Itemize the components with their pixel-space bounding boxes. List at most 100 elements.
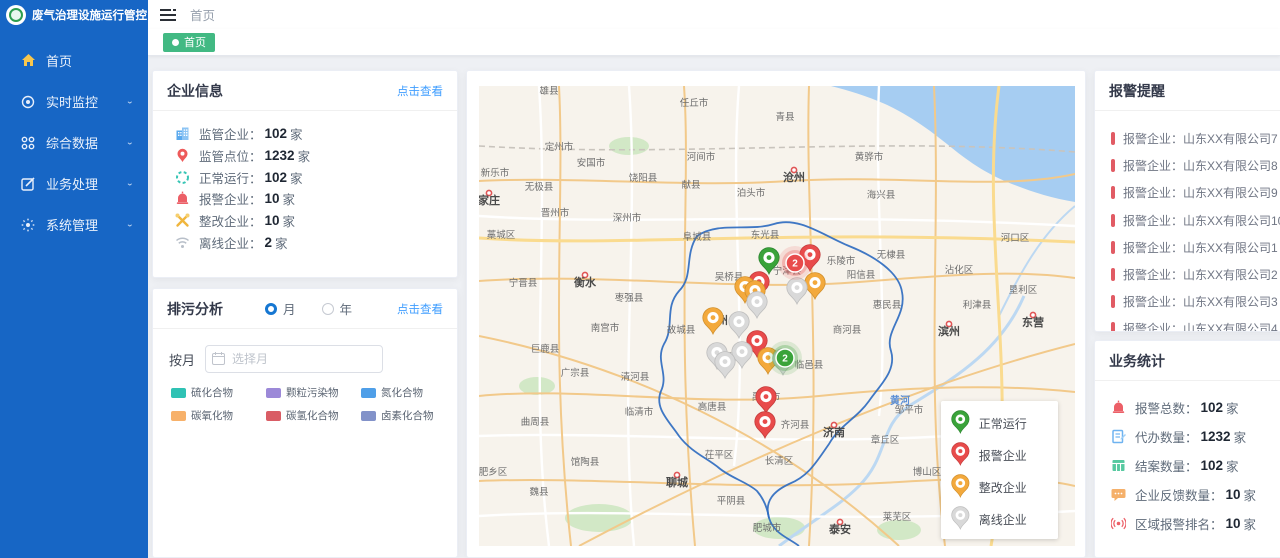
map-pin-icon [175, 148, 190, 163]
business-stats-title: 业务统计 [1109, 351, 1165, 371]
pollution-view-link[interactable]: 点击查看 [397, 301, 443, 317]
sidebar-menu: 首页实时监控⌄综合数据⌄业务处理⌄系统管理⌄ [0, 40, 148, 245]
legend-item-卤素化合物[interactable]: 卤素化合物 [361, 408, 456, 423]
stat-label: 监管企业： [199, 124, 262, 143]
enterprise-info-title: 企业信息 [167, 81, 223, 101]
stat-label: 离线企业： [199, 233, 262, 252]
sidebar-item-系统管理[interactable]: 系统管理⌄ [0, 204, 148, 245]
breadcrumb[interactable]: 首页 [190, 5, 215, 24]
alarm-bar-icon [1111, 241, 1115, 254]
alarm-reminder-card: 报警提醒 报警企业：山东XX有限公司7报警企业：山东XX有限公司8报警企业：山东… [1094, 70, 1280, 332]
stat-label: 代办数量： [1135, 427, 1198, 446]
alarm-list-item[interactable]: 报警企业：山东XX有限公司8 [1111, 152, 1280, 179]
map-label-馆陶县: 馆陶县 [571, 456, 600, 468]
alarm-list-item[interactable]: 报警企业：山东XX有限公司2 [1111, 261, 1280, 288]
pollution-analysis-card: 排污分析 月年 点击查看 按月 硫化合物颗粒污染物氮化合物碳氧化物碳氢化合物卤素… [152, 288, 458, 558]
alarm-list-item[interactable]: 报警企业：山东XX有限公司1 [1111, 234, 1280, 261]
alarm-list-item[interactable]: 报警企业：山东XX有限公司7 [1111, 125, 1280, 152]
map-label-东营: 东营 [1022, 315, 1044, 329]
map-label-河口区: 河口区 [1001, 232, 1030, 244]
map-legend-item-报警企业: 报警企业 [941, 439, 1058, 471]
sidebar-item-业务处理[interactable]: 业务处理⌄ [0, 163, 148, 204]
stat-value: 10 [1226, 516, 1241, 531]
legend-swatch [266, 411, 281, 421]
stat-unit: 家 [298, 146, 311, 165]
green-area [565, 504, 633, 532]
data-grid-icon [20, 135, 36, 151]
radio-月[interactable]: 月 [265, 299, 296, 318]
legend-item-碳氧化物[interactable]: 碳氧化物 [171, 408, 266, 423]
enterprise-stat-row: 监管企业：102家 [175, 123, 457, 145]
stat-label: 报警总数： [1135, 398, 1198, 417]
tab-home-label: 首页 [184, 34, 206, 50]
alarm-list-item[interactable]: 报警企业：山东XX有限公司4 [1111, 315, 1280, 332]
map-label-家庄: 家庄 [479, 193, 500, 207]
map-label-高唐县: 高唐县 [698, 401, 727, 413]
month-picker-input[interactable] [205, 345, 383, 373]
calendar-icon [212, 352, 225, 365]
chevron-down-icon: ⌄ [126, 138, 134, 147]
map-label-献县: 献县 [681, 179, 700, 191]
app-title: 废气治理设施运行管控 [32, 7, 147, 23]
map-label-巨鹿县: 巨鹿县 [531, 343, 560, 355]
pie-legend: 硫化合物颗粒污染物氮化合物碳氧化物碳氢化合物卤素化合物 [153, 373, 457, 423]
gray-pin-icon [951, 506, 970, 533]
stat-label: 结案数量： [1135, 456, 1198, 475]
cluster-count: 2 [782, 354, 788, 365]
month-picker[interactable] [205, 345, 383, 373]
legend-item-硫化合物[interactable]: 硫化合物 [171, 385, 266, 400]
pollution-analysis-title: 排污分析 [167, 299, 223, 319]
tags-view-bar: 首页 [148, 29, 1280, 56]
chevron-down-icon: ⌄ [126, 220, 134, 229]
map-label-海兴县: 海兴县 [867, 189, 896, 201]
chat-icon [1111, 487, 1126, 502]
cluster-count: 2 [792, 259, 798, 270]
map-label-曲周县: 曲周县 [521, 417, 550, 428]
map-label-滨州: 滨州 [938, 324, 960, 338]
tab-home[interactable]: 首页 [163, 33, 215, 52]
radio-年[interactable]: 年 [322, 299, 353, 318]
alarm-icon [175, 191, 190, 206]
building-icon [175, 126, 190, 141]
alarm-icon [1111, 400, 1126, 415]
alarm-list-item[interactable]: 报警企业：山东XX有限公司3 [1111, 288, 1280, 315]
map-legend-label: 整改企业 [979, 479, 1027, 496]
alarm-list: 报警企业：山东XX有限公司7报警企业：山东XX有限公司8报警企业：山东XX有限公… [1095, 111, 1280, 332]
business-stat-row: 报警总数：102家 [1111, 393, 1280, 422]
sidebar-item-label: 业务处理 [46, 174, 126, 193]
alarm-reminder-title: 报警提醒 [1109, 81, 1165, 101]
chevron-down-icon: ⌄ [126, 179, 134, 188]
map-label-枣强县: 枣强县 [615, 293, 644, 304]
map-label-利津县: 利津县 [963, 299, 992, 311]
alarm-list-item[interactable]: 报警企业：山东XX有限公司10 [1111, 207, 1280, 234]
alarm-bar-icon [1111, 268, 1115, 281]
yellow-pin-icon [951, 474, 970, 501]
alarm-list-item[interactable]: 报警企业：山东XX有限公司9 [1111, 179, 1280, 206]
sidebar-item-首页[interactable]: 首页 [0, 40, 148, 81]
enterprise-info-card: 企业信息 点击查看 监管企业：102家监管点位：1232家正常运行：102家报警… [152, 70, 458, 278]
legend-item-氮化合物[interactable]: 氮化合物 [361, 385, 456, 400]
map-label-东光县: 东光县 [751, 229, 780, 241]
sidebar-item-实时监控[interactable]: 实时监控⌄ [0, 81, 148, 122]
alarm-bar-icon [1111, 159, 1115, 172]
sidebar-item-综合数据[interactable]: 综合数据⌄ [0, 122, 148, 163]
map-label-广宗县: 广宗县 [561, 367, 590, 379]
map-label-晋州市: 晋州市 [541, 207, 570, 219]
green-area [609, 137, 649, 155]
legend-item-颗粒污染物[interactable]: 颗粒污染物 [266, 385, 361, 400]
map-label-阳信县: 阳信县 [847, 269, 876, 281]
alarm-bar-icon [1111, 322, 1115, 332]
map-label-青县: 青县 [775, 111, 794, 123]
map-label-齐河县: 齐河县 [781, 419, 810, 431]
stat-unit: 家 [275, 233, 288, 252]
radio-label: 年 [340, 299, 353, 318]
sidebar-collapse-icon[interactable] [160, 8, 176, 22]
enterprise-info-view-link[interactable]: 点击查看 [397, 83, 443, 99]
app-root: 废气治理设施运行管控 首页实时监控⌄综合数据⌄业务处理⌄系统管理⌄ 首页 首页 … [0, 0, 1280, 558]
stat-unit: 家 [290, 168, 303, 187]
legend-swatch [361, 388, 376, 398]
map-label-惠民县: 惠民县 [873, 299, 902, 311]
legend-item-碳氢化合物[interactable]: 碳氢化合物 [266, 408, 361, 423]
radio-circle-icon [265, 303, 277, 315]
map-card: 黄河雄县任丘市青县定州市安国市河间市黄骅市新乐市无极县饶阳县献县海兴县晋州市深州… [466, 70, 1086, 558]
